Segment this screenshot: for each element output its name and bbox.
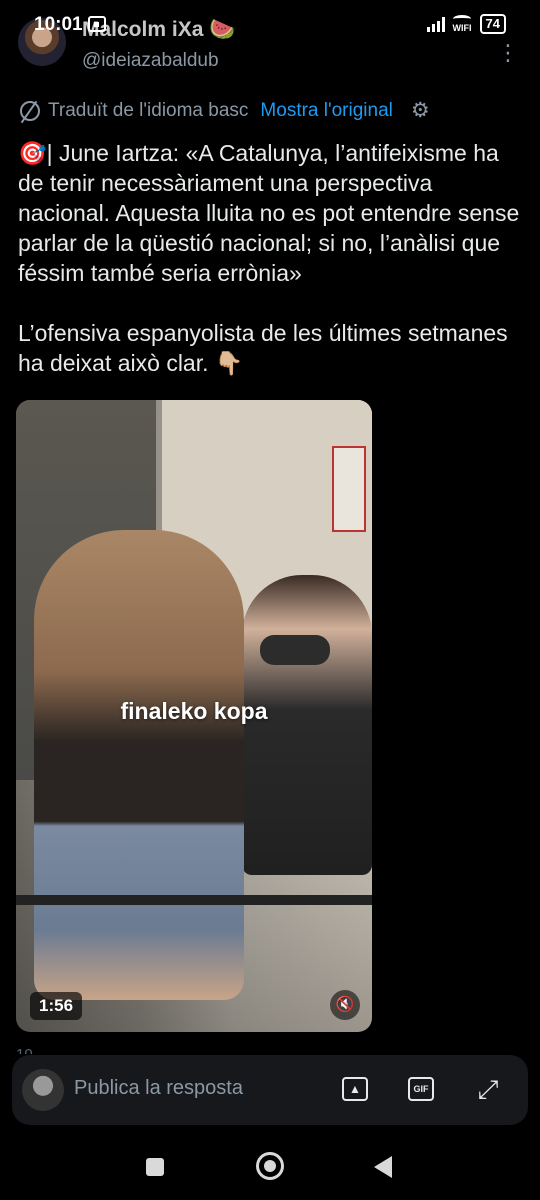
image-icon[interactable]: ▲ <box>342 1077 368 1101</box>
tweet-video[interactable]: finaleko kopa 1:56 🔇 <box>16 400 372 1032</box>
reply-bar: Publica la resposta ▲ GIF ⤢ <box>12 1055 528 1125</box>
author-handle[interactable]: @ideiazabaldub <box>82 50 219 72</box>
video-scene-person-left <box>34 530 244 1000</box>
back-button[interactable] <box>374 1156 392 1178</box>
video-scene-sign <box>332 446 366 532</box>
home-button[interactable] <box>256 1152 284 1180</box>
recents-button[interactable] <box>146 1158 164 1176</box>
notification-icon <box>88 16 106 32</box>
status-time: 10:01 <box>34 14 83 35</box>
video-scene-table <box>16 895 372 905</box>
partial-count: 10 <box>16 1046 33 1054</box>
signal-icon <box>426 16 445 32</box>
gif-icon[interactable]: GIF <box>408 1077 434 1101</box>
video-scene-person-right <box>242 575 372 875</box>
translated-label: Traduït de l'idioma basc <box>48 99 249 121</box>
expand-icon[interactable]: ⤢ <box>472 1074 504 1104</box>
status-bar: 10:01 WIFI 74 <box>0 0 540 44</box>
translation-notice: Traduït de l'idioma basc Mostra l'origin… <box>20 98 430 123</box>
wifi-icon: WIFI <box>453 15 472 33</box>
battery-icon: 74 <box>479 14 506 34</box>
show-original-link[interactable]: Mostra l'original <box>260 100 392 122</box>
translate-icon <box>20 100 40 121</box>
tweet-text: 🎯| June Iartza: «A Catalunya, l’antifeix… <box>18 140 520 376</box>
video-scene-microphone <box>260 635 330 665</box>
mute-icon[interactable]: 🔇 <box>330 990 360 1020</box>
video-duration: 1:56 <box>30 992 83 1020</box>
gear-icon[interactable]: ⚙ <box>411 98 430 123</box>
user-avatar <box>22 1069 64 1111</box>
video-caption: finaleko kopa <box>120 698 268 724</box>
reply-input[interactable]: Publica la resposta <box>74 1077 243 1100</box>
status-icons: WIFI 74 <box>426 14 506 34</box>
navigation-bar <box>0 1130 540 1200</box>
